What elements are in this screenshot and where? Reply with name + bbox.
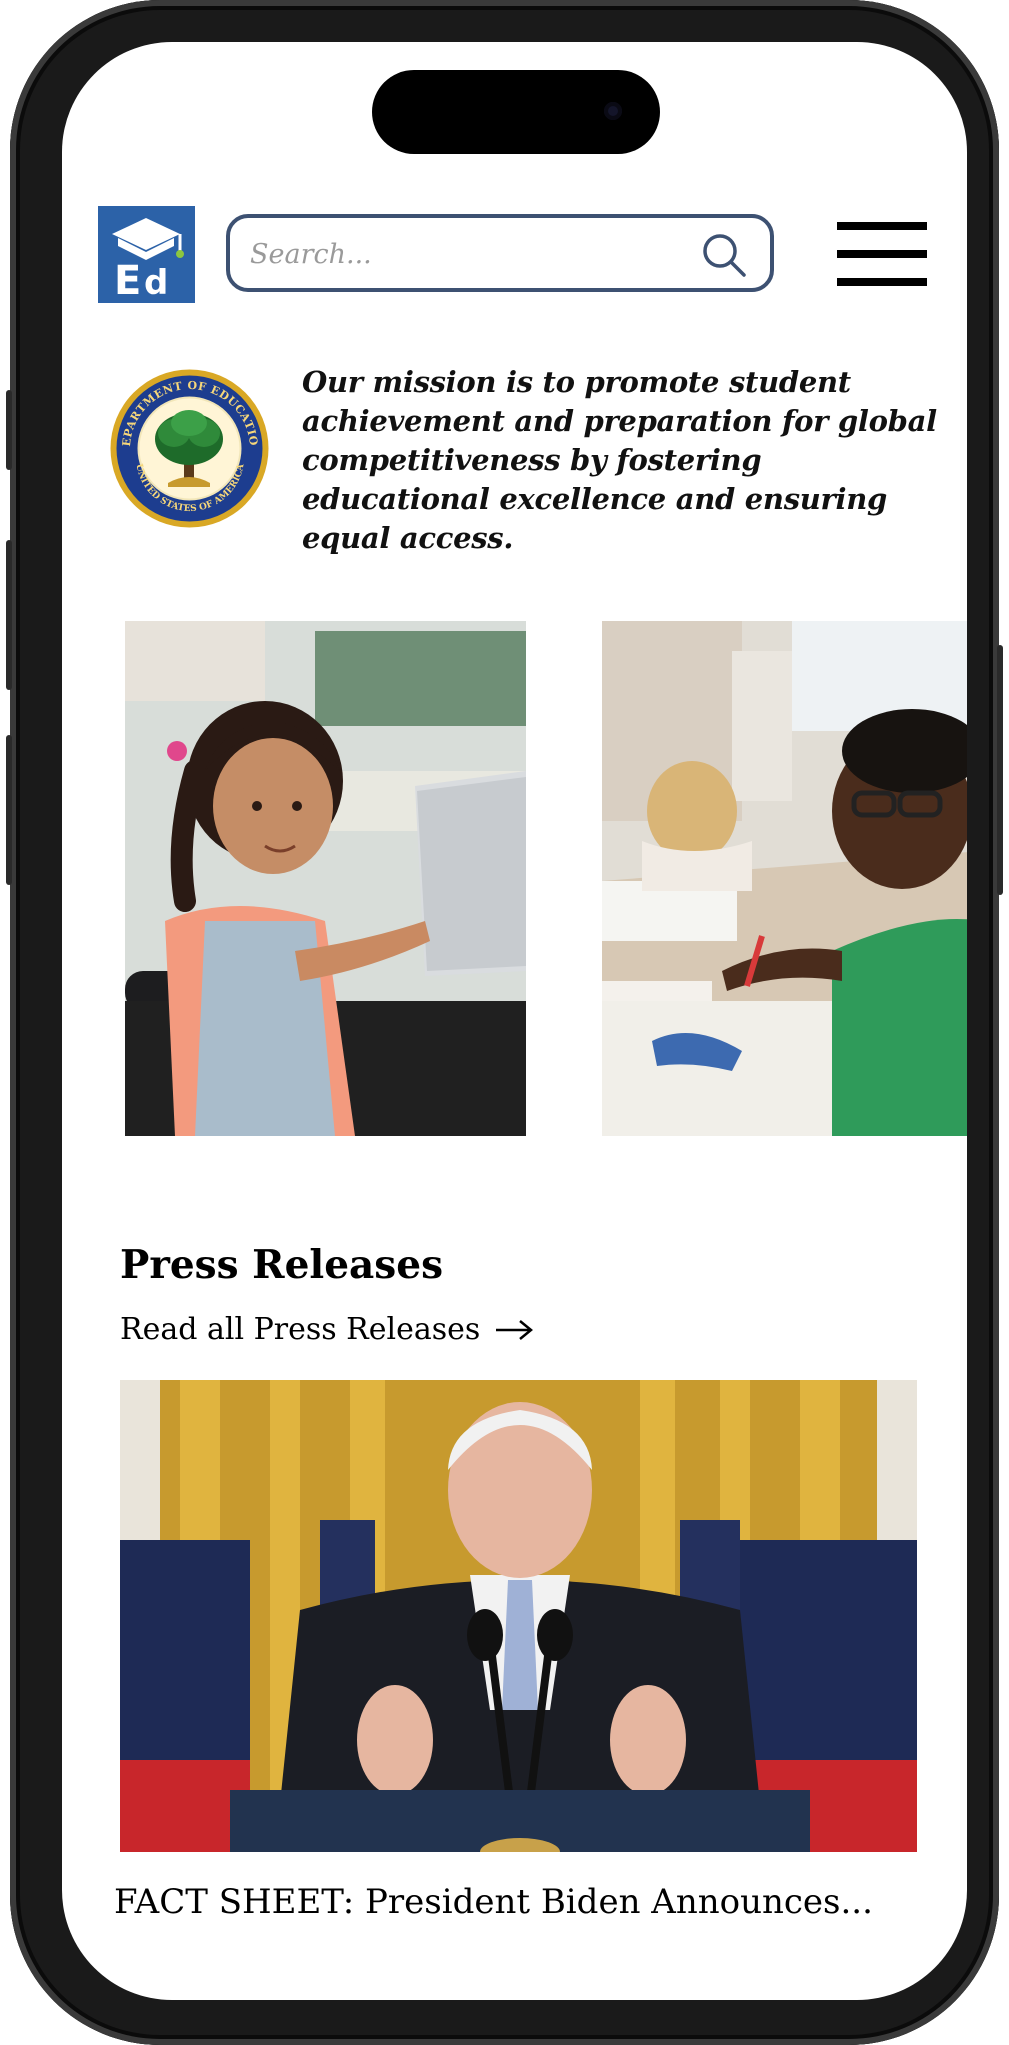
mission-statement: Our mission is to promote student achiev… [302,365,937,555]
department-seal: DEPARTMENT OF EDUCATION UNITED STATES OF… [103,357,271,530]
read-all-label: Read all Press Releases [120,1312,481,1347]
hamburger-menu-icon[interactable] [837,222,927,286]
students-drawing-photo [602,621,967,1136]
press-release-headline[interactable]: FACT SHEET: President Biden Announces... [114,1882,934,1922]
search-icon[interactable] [700,231,748,279]
svg-text:d: d [144,263,168,303]
press-releases-title: Press Releases [120,1242,444,1288]
arrow-right-icon [496,1319,534,1340]
ed-logo-icon: E d [98,206,195,304]
screen: E d Search... EPARTMENT OF EDUCATIO UNIT… [62,42,967,2000]
phone-frame: E d Search... EPARTMENT OF EDUCATIO UNIT… [6,0,1003,2045]
search-input[interactable] [248,228,692,280]
volume-down-button [6,735,12,885]
search-box[interactable] [226,214,774,292]
power-button [997,645,1003,895]
dynamic-island [372,70,660,154]
podium-photo [120,1380,917,1852]
action-button [6,390,12,470]
carousel-image-1[interactable] [125,621,526,1136]
ed-logo[interactable]: E d [98,206,195,304]
seal-icon: DEPARTMENT OF EDUCATION UNITED STATES OF… [103,357,269,528]
volume-up-button [6,540,12,690]
svg-text:E: E [114,258,141,303]
camera-icon [604,102,622,120]
classroom-photo [125,621,526,1136]
read-all-press-releases-link[interactable]: Read all Press Releases [120,1312,534,1347]
carousel-image-2[interactable] [602,621,967,1136]
press-release-image[interactable] [120,1380,917,1852]
